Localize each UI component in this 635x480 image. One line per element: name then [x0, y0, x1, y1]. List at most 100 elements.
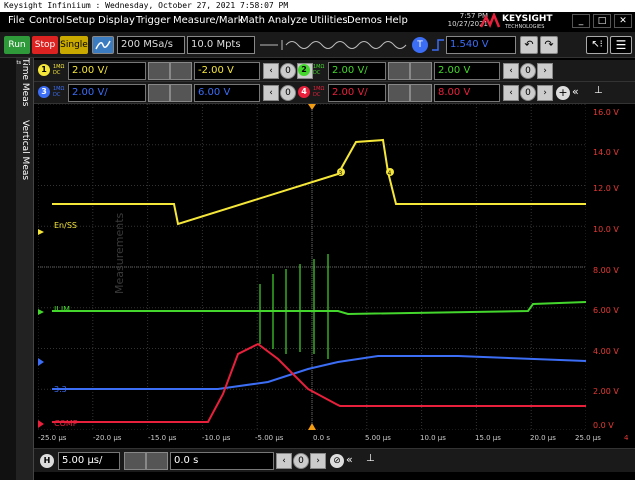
- trace-3v3: [52, 355, 587, 390]
- pin-bottom-icon[interactable]: ⊥: [366, 453, 375, 464]
- channel-1-wave2-icon[interactable]: [170, 62, 192, 80]
- trigger-time-marker[interactable]: [308, 423, 316, 430]
- zoom-icon[interactable]: ⊘: [330, 454, 344, 468]
- horizontal-badge[interactable]: H: [40, 454, 54, 468]
- add-channel-icon[interactable]: +: [556, 86, 570, 100]
- channel-4-left-arrow[interactable]: ‹: [503, 85, 519, 101]
- horizontal-bar: H 5.00 µs/ 0.0 s ‹ 0 › ⊘ « ⊥: [34, 448, 635, 472]
- delay-right-arrow[interactable]: ›: [310, 453, 326, 469]
- delay-left-arrow[interactable]: ‹: [276, 453, 292, 469]
- single-button[interactable]: Single: [60, 36, 88, 54]
- ch3-ground-marker[interactable]: [38, 358, 44, 366]
- delay-zero-knob[interactable]: 0: [293, 453, 309, 469]
- sidebar-strip: [0, 58, 16, 480]
- channel-4-zero-knob[interactable]: 0: [520, 85, 536, 101]
- waveform-display[interactable]: Measurements 3 4 En/SS ILIM 3.3 COMP: [37, 103, 587, 431]
- trigger-icon[interactable]: T: [412, 37, 428, 53]
- menu-measure-mark[interactable]: Measure/Mark: [173, 15, 244, 26]
- channel-2-scale[interactable]: 2.00 V/: [328, 62, 386, 80]
- redo-icon[interactable]: ↷: [540, 36, 558, 54]
- channel-2-badge[interactable]: 2: [298, 64, 310, 76]
- menu-trigger[interactable]: Trigger: [136, 15, 171, 26]
- trigger-level-field[interactable]: 1.540 V: [446, 36, 516, 54]
- menu-math[interactable]: Math: [240, 15, 265, 26]
- run-button[interactable]: Run: [4, 36, 30, 54]
- channel-3-scale[interactable]: 2.00 V/: [68, 84, 146, 102]
- timebase-field[interactable]: 5.00 µs/: [58, 452, 120, 470]
- menu-analyze[interactable]: Analyze: [268, 15, 307, 26]
- close-button[interactable]: ✕: [614, 14, 632, 28]
- channel-1-zero-knob[interactable]: 0: [280, 63, 296, 79]
- trigger-edge-icon[interactable]: [431, 38, 445, 52]
- channel-4-offset[interactable]: 8.00 V: [434, 84, 500, 102]
- x-tick: 5.00 µs: [365, 434, 391, 442]
- trigger-top-marker[interactable]: [308, 104, 316, 110]
- waveform-overview[interactable]: [258, 38, 408, 52]
- menu-file[interactable]: File: [8, 15, 25, 26]
- autoscale-icon[interactable]: [92, 36, 114, 54]
- channel-1-badge[interactable]: 1: [38, 64, 50, 76]
- right-tick: 0.0 V: [593, 421, 614, 430]
- x-tick: -10.0 µs: [202, 434, 231, 442]
- channel-4-right-arrow[interactable]: ›: [537, 85, 553, 101]
- channel-1-impedance: 1MΩ DC: [53, 64, 65, 76]
- channel-2-wave-icon[interactable]: [388, 62, 410, 80]
- tab-vertical-meas[interactable]: Vertical Meas: [20, 120, 30, 180]
- channel-4-scale[interactable]: 2.00 V/: [328, 84, 386, 102]
- x-tick: 15.0 µs: [475, 434, 501, 442]
- channel-row-top: 1 1MΩDC 2.00 V/ -2.00 V ‹ 0 › 2 1MΩDC 2.…: [34, 60, 635, 82]
- maximize-button[interactable]: □: [593, 14, 611, 28]
- collapse-bottom-icon[interactable]: «: [346, 453, 353, 466]
- marker-3-label: 3: [339, 170, 343, 177]
- channel-3-left-arrow[interactable]: ‹: [263, 85, 279, 101]
- horizontal-wave2-icon[interactable]: [146, 452, 168, 470]
- menu-utilities[interactable]: Utilities: [310, 15, 348, 26]
- cursor-icon[interactable]: ↖⁝: [586, 36, 608, 54]
- right-tick: 8.00 V: [593, 266, 619, 275]
- channel-1-offset[interactable]: -2.00 V: [194, 62, 260, 80]
- channel-2-zero-knob[interactable]: 0: [520, 63, 536, 79]
- menu-demos[interactable]: Demos: [347, 15, 382, 26]
- channel-3-badge[interactable]: 3: [38, 86, 50, 98]
- channel-2-right-arrow[interactable]: ›: [537, 63, 553, 79]
- menu-icon[interactable]: ☰: [610, 36, 632, 54]
- tab-time-meas[interactable]: Time Meas: [20, 58, 30, 106]
- horizontal-wave-icon[interactable]: [124, 452, 146, 470]
- channel-3-zero-knob[interactable]: 0: [280, 85, 296, 101]
- channel-2-left-arrow[interactable]: ‹: [503, 63, 519, 79]
- ilim-spikes: [259, 254, 329, 359]
- channel-4-badge[interactable]: 4: [298, 86, 310, 98]
- channel-4-wave-icon[interactable]: [388, 84, 410, 102]
- right-axis: 16.0 V 14.0 V 12.0 V 10.0 V 8.00 V 6.00 …: [588, 104, 635, 434]
- pin-icon[interactable]: ⊥: [594, 85, 603, 96]
- channel-1-scale[interactable]: 2.00 V/: [68, 62, 146, 80]
- right-tick: 4.00 V: [593, 347, 619, 356]
- right-tick: 10.0 V: [593, 225, 619, 234]
- menu-control[interactable]: Control: [29, 15, 65, 26]
- stop-button[interactable]: Stop: [32, 36, 58, 54]
- channel-2-wave2-icon[interactable]: [410, 62, 432, 80]
- menu-setup[interactable]: Setup: [66, 15, 95, 26]
- channel-2-offset[interactable]: 2.00 V: [434, 62, 500, 80]
- channel-1-left-arrow[interactable]: ‹: [263, 63, 279, 79]
- menu-display[interactable]: Display: [98, 15, 135, 26]
- channel-3-wave2-icon[interactable]: [170, 84, 192, 102]
- channel-1-wave-icon[interactable]: [148, 62, 170, 80]
- undo-icon[interactable]: ↶: [520, 36, 538, 54]
- right-tick: 2.00 V: [593, 387, 619, 396]
- collapse-icon[interactable]: «: [572, 85, 579, 98]
- channel-3-offset[interactable]: 6.00 V: [194, 84, 260, 102]
- ch4-ground-marker[interactable]: [38, 420, 44, 428]
- ch1-ground-marker[interactable]: [38, 229, 44, 235]
- left-sidebar: Results ⌄ Time Meas Vertical Meas: [0, 58, 34, 480]
- sample-rate-field[interactable]: 200 MSa/s: [117, 36, 185, 54]
- ch2-ground-marker[interactable]: [38, 309, 44, 315]
- x-tick: -15.0 µs: [148, 434, 177, 442]
- delay-field[interactable]: 0.0 s: [170, 452, 274, 470]
- minimize-button[interactable]: _: [572, 14, 590, 28]
- menu-help[interactable]: Help: [385, 15, 408, 26]
- memory-depth-field[interactable]: 10.0 Mpts: [187, 36, 255, 54]
- marker-4-label: 4: [388, 170, 392, 177]
- channel-3-wave-icon[interactable]: [148, 84, 170, 102]
- channel-4-wave2-icon[interactable]: [410, 84, 432, 102]
